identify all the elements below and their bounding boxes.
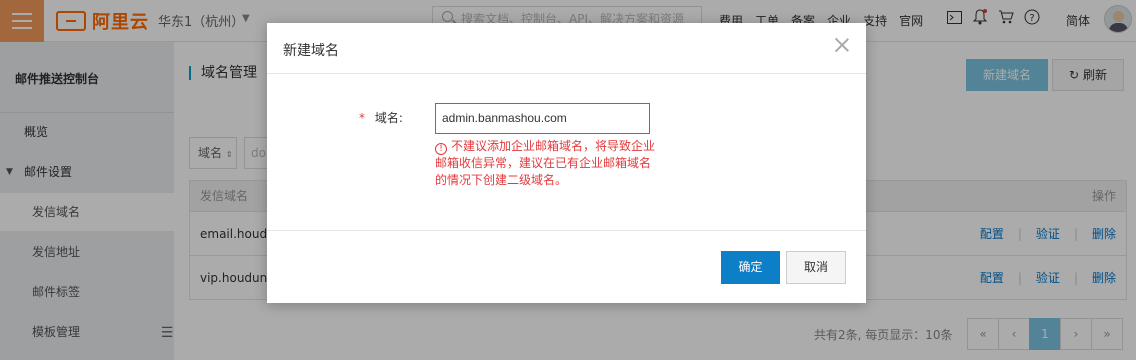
- close-icon[interactable]: [834, 37, 850, 53]
- required-marker: *: [359, 111, 365, 125]
- domain-label-text: 域名:: [374, 111, 403, 125]
- confirm-button[interactable]: 确定: [721, 251, 780, 284]
- new-domain-dialog: 新建域名 * 域名: admin.banmashou.com ! 不建议添加企业邮…: [267, 23, 866, 303]
- domain-input[interactable]: admin.banmashou.com: [435, 103, 650, 134]
- warning-text: 不建议添加企业邮箱域名，将导致企业邮箱收信异常，建议在已有企业邮箱域名的情况下创…: [435, 139, 656, 187]
- dialog-footer: 确定 取消: [267, 230, 866, 303]
- domain-field-label: * 域名:: [359, 109, 403, 126]
- warning-icon: !: [435, 143, 447, 155]
- cancel-button[interactable]: 取消: [786, 251, 846, 284]
- dialog-title: 新建域名: [283, 43, 339, 59]
- domain-warning: ! 不建议添加企业邮箱域名，将导致企业邮箱收信异常，建议在已有企业邮箱域名的情况下…: [435, 138, 655, 189]
- dialog-header: 新建域名: [267, 23, 866, 74]
